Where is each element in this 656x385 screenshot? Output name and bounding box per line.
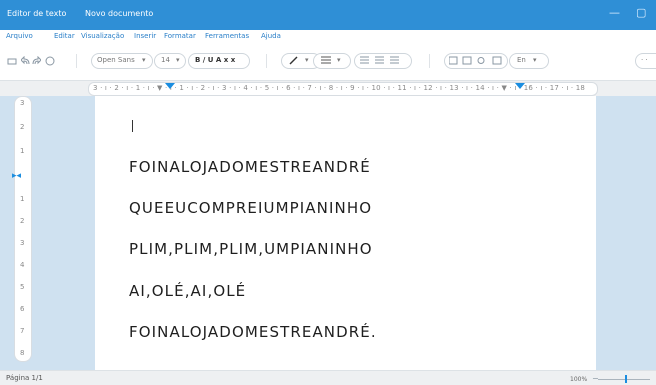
align-select[interactable] xyxy=(313,53,351,69)
pen-icon xyxy=(289,56,298,65)
page-counter: Página 1/1 xyxy=(6,374,43,382)
more-icon: · · xyxy=(641,56,648,64)
align-icon xyxy=(321,56,331,64)
left-indent-marker[interactable] xyxy=(165,83,175,89)
right-indent-marker[interactable] xyxy=(515,83,525,89)
menu-editar[interactable]: Editar xyxy=(54,32,75,40)
chevron-down-icon: ▾ xyxy=(533,56,537,64)
font-size-select[interactable] xyxy=(154,53,186,69)
document-line[interactable]: FOINALOJADOMESTREANDRÉ xyxy=(129,158,371,176)
vruler-num: 2 xyxy=(20,217,25,225)
toolbar: Open Sans ▾ 14 ▾ B / U A x x ▾ ▾ En ▾ · … xyxy=(0,44,656,81)
vruler-num: 8 xyxy=(20,349,25,357)
menu-visualizacao[interactable]: Visualização xyxy=(81,32,124,40)
minimize-button[interactable]: — xyxy=(609,6,620,19)
copy-style-icon[interactable] xyxy=(45,56,55,66)
menu-ferramentas[interactable]: Ferramentas xyxy=(205,32,249,40)
zoom-slider-handle[interactable] xyxy=(625,375,627,383)
vruler-num: 3 xyxy=(20,239,25,247)
zoom-level: 100% xyxy=(570,376,588,383)
vruler-num: 7 xyxy=(20,327,25,335)
vruler-num: 6 xyxy=(20,305,25,313)
title-bar: Editor de texto Novo documento — ▢ xyxy=(0,0,656,30)
toolbar-separator xyxy=(266,54,267,68)
language-value: En xyxy=(517,56,526,64)
horizontal-ruler[interactable]: 3 · ı · 2 · ı · 1 · ı · ▼ · ı · 1 · ı · … xyxy=(88,82,598,96)
chevron-down-icon: ▾ xyxy=(176,56,180,64)
app-title: Editor de texto xyxy=(7,9,67,18)
font-family-value: Open Sans xyxy=(97,56,135,64)
toolbar-separator xyxy=(429,54,430,68)
vertical-ruler[interactable]: 3 2 1 ▸◂ 1 2 3 4 5 6 7 8 xyxy=(12,96,32,362)
zoom-slider[interactable] xyxy=(598,379,650,380)
vruler-num: 3 xyxy=(20,99,25,107)
menu-ajuda[interactable]: Ajuda xyxy=(261,32,281,40)
insert-icons xyxy=(449,56,502,65)
menu-formatar[interactable]: Formatar xyxy=(164,32,196,40)
chevron-down-icon: ▾ xyxy=(142,56,146,64)
vruler-num: 2 xyxy=(20,123,25,131)
chevron-down-icon: ▾ xyxy=(305,56,309,64)
maximize-button[interactable]: ▢ xyxy=(636,6,646,19)
menu-inserir[interactable]: Inserir xyxy=(134,32,156,40)
toolbar-separator xyxy=(76,54,77,68)
document-line[interactable]: QUEEUCOMPREIUMPIANINHO xyxy=(129,199,372,217)
document-line[interactable]: FOINALOJADOMESTREANDRÉ. xyxy=(129,323,377,341)
chevron-down-icon: ▾ xyxy=(337,56,341,64)
print-icon[interactable] xyxy=(7,57,17,66)
document-title: Novo documento xyxy=(85,9,154,18)
vertical-indent-marker[interactable]: ▸◂ xyxy=(12,171,21,181)
document-line[interactable]: PLIM,PLIM,PLIM,UMPIANINHO xyxy=(129,240,373,258)
menu-arquivo[interactable]: Arquivo xyxy=(6,32,33,40)
document-line[interactable]: AI,OLÉ,AI,OLÉ xyxy=(129,282,246,300)
menu-bar: Arquivo Editar Visualização Inserir Form… xyxy=(0,30,656,44)
undo-icon[interactable] xyxy=(21,56,31,66)
language-select[interactable] xyxy=(509,53,549,69)
list-icon xyxy=(360,56,399,64)
vruler-num: 1 xyxy=(20,147,25,155)
vruler-num: 4 xyxy=(20,261,25,269)
text-cursor xyxy=(132,120,133,132)
vruler-num: 5 xyxy=(20,283,25,291)
redo-icon[interactable] xyxy=(31,56,41,66)
status-bar: Página 1/1 xyxy=(0,370,656,385)
font-size-value: 14 xyxy=(161,56,170,64)
format-buttons-label: B / U A x x xyxy=(195,56,236,64)
vruler-num: 1 xyxy=(20,195,25,203)
